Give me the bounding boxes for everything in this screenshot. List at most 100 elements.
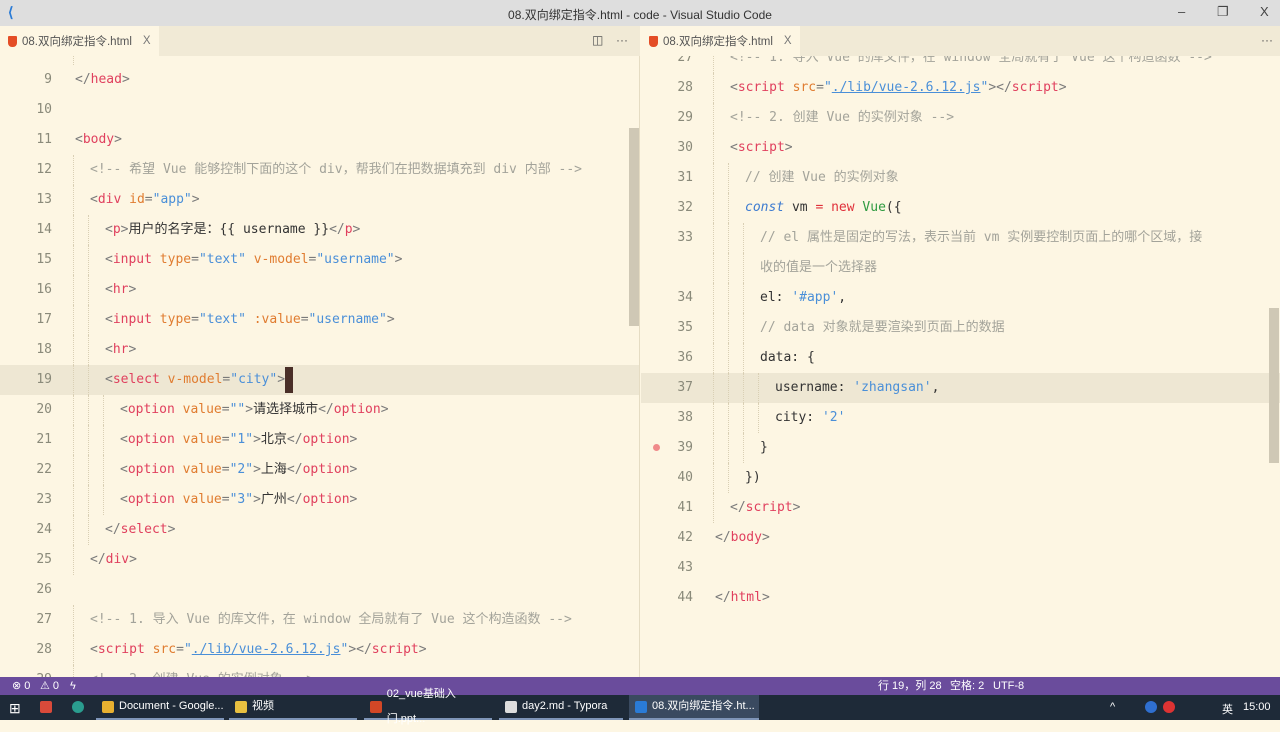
code-line[interactable]: 28 <script src="./lib/vue-2.6.12.js"></sc… bbox=[0, 635, 639, 665]
code-line[interactable]: 27 <!-- 1. 导入 Vue 的库文件，在 window 全局就有了 Vue… bbox=[641, 56, 1280, 73]
code-line[interactable]: 32 const vm = new Vue({ bbox=[641, 193, 1280, 223]
code-line[interactable]: 28 <script src="./lib/vue-2.6.12.js"></sc… bbox=[641, 73, 1280, 103]
code-line[interactable]: 10 bbox=[0, 95, 639, 125]
code-line[interactable]: 11 <body> bbox=[0, 125, 639, 155]
code-line[interactable]: 12 <!-- 希望 Vue 能够控制下面的这个 div，帮我们在把数据填充到 d… bbox=[0, 155, 639, 185]
encoding[interactable]: UTF-8 bbox=[993, 677, 1024, 695]
code-line[interactable]: 14 <p>用户的名字是：{{ username }}</p> bbox=[0, 215, 639, 245]
code-text: <!-- 2. 创建 Vue 的实例对象 --> bbox=[730, 103, 954, 133]
code-line[interactable]: 15 <input type="text" v-model="username"> bbox=[0, 245, 639, 275]
more-actions-icon[interactable]: ··· bbox=[1261, 33, 1273, 47]
taskbar-item[interactable]: 02_vue基础入门.ppt... bbox=[364, 688, 492, 725]
line-number: 20 bbox=[36, 402, 52, 417]
code-token: input bbox=[112, 252, 152, 267]
code-line[interactable]: 23 <option value="3">广州</option> bbox=[0, 485, 639, 515]
indentation[interactable]: 空格: 2 bbox=[950, 677, 984, 695]
taskbar-item[interactable]: 视频 bbox=[229, 695, 357, 720]
breakpoint-icon[interactable] bbox=[653, 444, 660, 451]
code-token: // data 对象就是要渲染到页面上的数据 bbox=[760, 320, 1005, 335]
taskbar-item[interactable]: 08.双向绑定指令.ht... bbox=[629, 695, 759, 720]
tab-close-icon[interactable]: X bbox=[143, 35, 151, 47]
line-number: 27 bbox=[677, 56, 693, 65]
errors-indicator[interactable]: ⊗ 0 bbox=[12, 677, 30, 695]
code-line[interactable]: 26 bbox=[0, 575, 639, 605]
code-line[interactable]: 24 </select> bbox=[0, 515, 639, 545]
more-actions-icon[interactable]: ··· bbox=[616, 33, 628, 47]
code-token: < bbox=[105, 222, 113, 237]
code-line[interactable]: 41 </script> bbox=[641, 493, 1280, 523]
indent-guide bbox=[73, 155, 74, 185]
right-editor[interactable]: 27 <!-- 1. 导入 Vue 的库文件，在 window 全局就有了 Vue… bbox=[641, 56, 1280, 677]
lightning-icon[interactable]: ϟ bbox=[70, 677, 76, 695]
clock[interactable]: 15:00 bbox=[1243, 701, 1271, 713]
code-token: > bbox=[349, 462, 358, 477]
code-line[interactable]: 44 </html> bbox=[641, 583, 1280, 613]
code-token: v-model bbox=[253, 252, 309, 267]
code-line[interactable]: 22 <option value="2">上海</option> bbox=[0, 455, 639, 485]
taskbar-item-label: 02_vue基础入门.ppt... bbox=[386, 687, 456, 725]
code-token: </ bbox=[715, 590, 731, 605]
code-line[interactable]: 33 // el 属性是固定的写法，表示当前 vm 实例要控制页面上的哪个区域，接 bbox=[641, 223, 1280, 253]
code-line[interactable]: 17 <input type="text" :value="username"> bbox=[0, 305, 639, 335]
code-token: option bbox=[127, 492, 175, 507]
tab-left-file[interactable]: 08.双向绑定指令.html X bbox=[0, 26, 159, 56]
tab-right-file[interactable]: 08.双向绑定指令.html X bbox=[641, 26, 800, 56]
code-line[interactable]: 16 <hr> bbox=[0, 275, 639, 305]
code-line[interactable]: 40}) bbox=[641, 463, 1280, 493]
code-line[interactable]: 收的值是一个选择器 bbox=[641, 253, 1280, 283]
app-icon[interactable] bbox=[40, 701, 52, 713]
taskbar-item[interactable]: Document - Google... bbox=[96, 695, 224, 720]
left-scrollbar[interactable] bbox=[629, 128, 639, 326]
tray-expand-icon[interactable]: ^ bbox=[1110, 701, 1115, 713]
code-line[interactable]: 25 </div> bbox=[0, 545, 639, 575]
code-line[interactable]: 18 <hr> bbox=[0, 335, 639, 365]
code-token: :value bbox=[253, 312, 301, 327]
line-number: 10 bbox=[36, 102, 52, 117]
taskbar-item-label: Document - Google... bbox=[119, 700, 224, 712]
close-button[interactable]: X bbox=[1260, 4, 1269, 19]
cursor-position[interactable]: 行 19，列 28 bbox=[878, 677, 942, 695]
code-line[interactable]: 35 // data 对象就是要渲染到页面上的数据 bbox=[641, 313, 1280, 343]
right-scrollbar[interactable] bbox=[1269, 308, 1279, 463]
code-line[interactable]: 13 <div id="app"> bbox=[0, 185, 639, 215]
line-number: 28 bbox=[677, 80, 693, 95]
ime-indicator[interactable]: 英 bbox=[1222, 701, 1233, 717]
code-token: "3" bbox=[229, 492, 254, 507]
tab-close-icon[interactable]: X bbox=[784, 35, 792, 47]
code-line[interactable]: 21 <option value="1">北京</option> bbox=[0, 425, 639, 455]
code-text: <input type="text" v-model="username"> bbox=[105, 245, 402, 275]
code-line[interactable]: 19 <select v-model="city"> bbox=[0, 365, 639, 395]
code-token: > bbox=[1058, 80, 1067, 95]
record-icon[interactable] bbox=[1163, 701, 1175, 713]
code-line[interactable]: 20 <option value="">请选择城市</option> bbox=[0, 395, 639, 425]
code-line[interactable]: 31 // 创建 Vue 的实例对象 bbox=[641, 163, 1280, 193]
minimize-button[interactable]: – bbox=[1178, 4, 1185, 19]
code-line[interactable]: 29 <!-- 2. 创建 Vue 的实例对象 --> bbox=[641, 103, 1280, 133]
code-line[interactable]: 37 username: 'zhangsan', bbox=[641, 373, 1280, 403]
code-line[interactable]: 29 <!-- 2. 创建 Vue 的实例对象 --> bbox=[0, 665, 639, 677]
split-editor-icon[interactable]: ◫ bbox=[592, 33, 603, 47]
code-line[interactable]: 34 el: '#app', bbox=[641, 283, 1280, 313]
maximize-button[interactable]: ❐ bbox=[1217, 4, 1229, 20]
code-line[interactable]: 8<title>Document</title> bbox=[0, 56, 639, 65]
code-line[interactable]: 38 city: '2' bbox=[641, 403, 1280, 433]
edge-icon[interactable] bbox=[72, 701, 84, 713]
code-token: > bbox=[128, 282, 137, 297]
tray-app-icon[interactable] bbox=[1145, 701, 1157, 713]
code-line[interactable]: 27 <!-- 1. 导入 Vue 的库文件，在 window 全局就有了 Vue… bbox=[0, 605, 639, 635]
indent-guide bbox=[88, 305, 89, 335]
code-line[interactable]: 39} bbox=[641, 433, 1280, 463]
taskbar-item[interactable]: day2.md - Typora bbox=[499, 695, 623, 720]
left-editor[interactable]: 8<title>Document</title>9</head> 10 11<bod… bbox=[0, 56, 640, 677]
code-line[interactable]: 42 </body> bbox=[641, 523, 1280, 553]
code-line[interactable]: 30 <script> bbox=[641, 133, 1280, 163]
code-line[interactable]: 43 bbox=[641, 553, 1280, 583]
code-token: vm bbox=[784, 200, 816, 215]
code-line[interactable]: 36 data: { bbox=[641, 343, 1280, 373]
code-line[interactable]: 9 </head> bbox=[0, 65, 639, 95]
indent-guide bbox=[73, 425, 74, 455]
windows-start-icon[interactable]: ⊞ bbox=[9, 700, 21, 717]
warnings-indicator[interactable]: ⚠ 0 bbox=[40, 677, 59, 695]
